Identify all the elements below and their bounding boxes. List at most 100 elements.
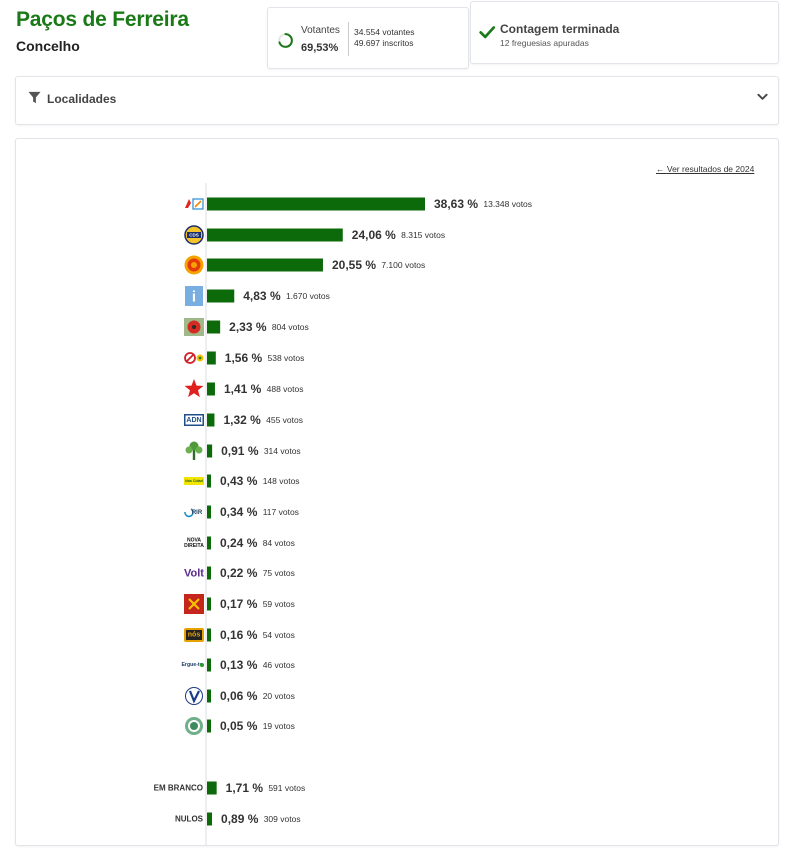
bar-percent-label: 0,34 % — [220, 505, 258, 519]
bar-category-label: EM BRANCO — [154, 784, 203, 793]
bar — [207, 197, 425, 211]
bar-row: 20,55 % 7.100 votos — [184, 255, 425, 275]
bar-votes-label: 488 votos — [267, 384, 304, 394]
bar-row: 1,56 % 538 votos — [184, 351, 304, 365]
bar-row: EM BRANCO 1,71 % 591 votos — [154, 781, 306, 795]
pcp-pev-logo — [184, 352, 204, 364]
blue-circle-logo — [185, 687, 203, 705]
filter-label: Localidades — [47, 92, 117, 106]
bar-category-label: NULOS — [175, 815, 204, 824]
bar-votes-label: 59 votos — [263, 599, 295, 609]
svg-text:Volt: Volt — [184, 568, 204, 580]
tree-logo — [185, 441, 203, 460]
turnout-card: Votantes 69,53% 34.554 votantes 49.697 i… — [267, 7, 469, 69]
bar — [207, 413, 215, 427]
bar-percent-label: 24,06 % — [352, 228, 396, 242]
bar — [207, 719, 211, 733]
bar-row: 0,05 % 19 votos — [185, 717, 295, 735]
bar-votes-label: 13.348 votos — [483, 199, 532, 209]
bar-votes-label: 19 votos — [263, 721, 295, 731]
bar — [207, 658, 211, 672]
svg-text:RIR: RIR — [192, 510, 203, 516]
bar-row: CDS 24,06 % 8.315 votos — [184, 225, 445, 245]
bar-row: 0,91 % 314 votos — [185, 441, 301, 460]
svg-text:DIREITA: DIREITA — [184, 543, 204, 549]
adn-logo: ADN — [184, 414, 204, 426]
nova-direita-logo: NOVADIREITA — [184, 538, 204, 550]
bar-votes-label: 455 votos — [266, 415, 303, 425]
flower-logo — [184, 318, 204, 336]
bar-votes-label: 7.100 votos — [381, 260, 425, 270]
coalition-logo: CDS — [184, 225, 204, 245]
bar-percent-label: 0,89 % — [221, 812, 259, 826]
turnout-voters: 34.554 votantes — [354, 27, 415, 37]
bar — [207, 320, 221, 334]
bar-row: Volt 0,22 % 75 votos — [184, 566, 295, 580]
results-bar-chart: 38,63 % 13.348 votos CDS 24,06 % 8.315 votos… — [154, 183, 532, 845]
svg-text:nós: nós — [188, 632, 201, 639]
turnout-label: Votantes — [301, 25, 340, 36]
bar — [207, 781, 217, 795]
turnout-registered: 49.697 inscritos — [354, 38, 414, 48]
bar-percent-label: 1,41 % — [224, 382, 262, 396]
bar-votes-label: 20 votos — [263, 691, 295, 701]
info-logo: i — [185, 286, 203, 306]
bar-row: i 4,83 % 1.670 votos — [185, 286, 330, 306]
bar-percent-label: 0,24 % — [220, 536, 258, 550]
bar — [207, 289, 235, 303]
bar-votes-label: 309 votos — [264, 814, 301, 824]
filter-icon — [28, 91, 41, 104]
bar-percent-label: 0,91 % — [221, 444, 259, 458]
bar-votes-label: 538 votos — [267, 353, 304, 363]
chevron-down-icon[interactable] — [757, 93, 768, 101]
green-circle-logo — [185, 717, 203, 735]
bar-votes-label: 1.670 votos — [286, 291, 330, 301]
localities-filter[interactable]: Localidades — [15, 76, 779, 125]
sun-logo — [184, 255, 204, 275]
volt-logo: Volt — [184, 568, 204, 580]
bar-percent-label: 4,83 % — [243, 289, 281, 303]
bar — [207, 566, 211, 580]
bar-percent-label: 20,55 % — [332, 258, 376, 272]
bar-percent-label: 0,43 % — [220, 474, 258, 488]
bar-percent-label: 38,63 % — [434, 197, 478, 211]
turnout-progress-icon — [278, 33, 293, 48]
bar-row: Nós Cidad 0,43 % 148 votos — [184, 474, 300, 488]
bar — [207, 228, 343, 242]
bar-votes-label: 148 votos — [263, 476, 300, 486]
svg-text:Nós Cidad: Nós Cidad — [185, 479, 203, 483]
bar-votes-label: 591 votos — [268, 783, 305, 793]
svg-text:CDS: CDS — [189, 233, 199, 238]
bar-row: 1,41 % 488 votos — [184, 379, 304, 398]
turnout-percent: 69,53% — [301, 42, 339, 54]
bar-votes-label: 804 votos — [272, 322, 309, 332]
bar-row: 2,33 % 804 votos — [184, 318, 309, 336]
bar-percent-label: 0,16 % — [220, 628, 258, 642]
bar-row: NOVADIREITA 0,24 % 84 votos — [184, 536, 295, 550]
page-title: Paços de Ferreira — [16, 8, 189, 31]
bar-percent-label: 0,22 % — [220, 566, 258, 580]
bar — [207, 505, 211, 519]
bar-votes-label: 314 votos — [264, 446, 301, 456]
red-star-logo — [184, 379, 204, 398]
bar-votes-label: 75 votos — [263, 568, 295, 578]
bar-row: 0,06 % 20 votos — [185, 687, 295, 705]
bar — [207, 628, 211, 642]
check-icon — [479, 26, 496, 39]
bar-row: 38,63 % 13.348 votos — [185, 197, 532, 211]
rir-logo: RIR — [184, 508, 203, 518]
bar-row: ADN 1,32 % 455 votos — [184, 413, 303, 427]
count-status-title: Contagem terminada — [500, 22, 620, 36]
hammer-sickle-logo — [184, 594, 204, 614]
bar-votes-label: 54 votos — [263, 630, 295, 640]
turnout-divider — [348, 22, 349, 56]
bar-votes-label: 46 votos — [263, 660, 295, 670]
bar-row: RIR 0,34 % 117 votos — [184, 505, 299, 519]
page-subtitle: Concelho — [16, 38, 80, 54]
bar-percent-label: 0,05 % — [220, 719, 258, 733]
bar — [207, 812, 213, 826]
bar-percent-label: 2,33 % — [229, 320, 267, 334]
bar — [207, 689, 211, 703]
bar-row: nós 0,16 % 54 votos — [184, 628, 295, 642]
bar-votes-label: 84 votos — [263, 538, 295, 548]
